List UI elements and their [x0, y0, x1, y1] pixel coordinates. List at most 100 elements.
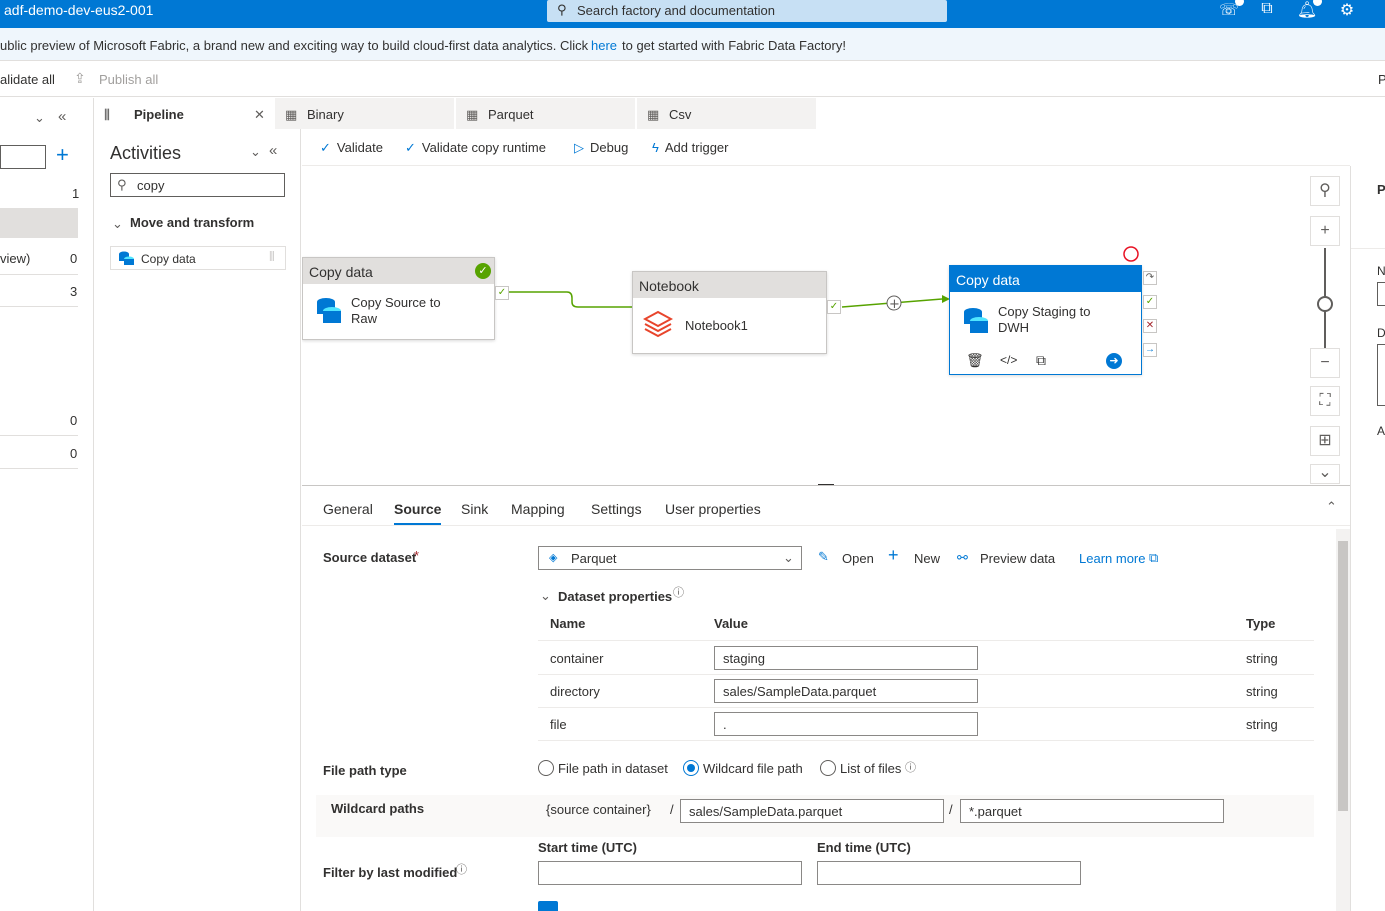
notifications-icon[interactable]: 🔔︎ — [1296, 0, 1322, 22]
edit-icon: ✎ — [818, 549, 829, 564]
scrollbar[interactable] — [1336, 529, 1350, 911]
expand-all-icon[interactable]: ⌄ — [250, 144, 261, 160]
wildcard-folder-input[interactable]: sales/SampleData.parquet — [680, 799, 944, 823]
drag-handle-icon[interactable]: ⦀ — [269, 249, 275, 265]
code-icon[interactable]: </> — [1000, 353, 1017, 367]
activity-notebook1[interactable]: Notebook Notebook1 — [632, 271, 827, 354]
tab-mapping[interactable]: Mapping — [511, 501, 565, 517]
collapse-panel-icon[interactable]: ⌃ — [1326, 499, 1337, 515]
tab-parquet[interactable]: ▦ Parquet — [456, 98, 636, 129]
add-trigger-button[interactable]: ϟ Add trigger — [652, 140, 728, 155]
open-button[interactable]: Open — [842, 551, 874, 566]
success-output-port-icon[interactable]: ✓ — [495, 286, 509, 300]
auto-align-icon[interactable]: ⊞ — [1310, 426, 1340, 456]
chevron-down-icon[interactable]: ⌄ — [112, 216, 123, 232]
recursive-checkbox[interactable] — [538, 901, 558, 911]
validate-label: Validate — [336, 140, 383, 155]
tab-binary[interactable]: ▦ Binary — [275, 98, 455, 129]
directory-input[interactable]: sales/SampleData.parquet — [714, 679, 978, 703]
tab-source[interactable]: Source — [394, 501, 442, 525]
activity-name-line: Copy Source to — [351, 295, 441, 310]
databricks-notebook-icon — [643, 310, 673, 338]
end-time-input[interactable] — [817, 861, 1081, 885]
activities-panel: Activities ⌄ « ⚲ copy ⌄ Move and transfo… — [94, 98, 301, 911]
info-icon: ⓘ — [673, 587, 684, 599]
activity-copy-staging-to-dwh[interactable]: Copy data Copy Staging to DWH 🗑︎ </> ⧉ ➜ — [949, 265, 1142, 375]
zoom-to-fit-icon[interactable]: ⛶ — [1310, 386, 1340, 416]
start-time-label: Start time (UTC) — [538, 840, 637, 855]
publish-icon: ⇪ — [74, 70, 86, 86]
tab-csv[interactable]: ▦ Csv — [637, 98, 817, 129]
publish-all-button[interactable]: Publish all — [99, 72, 158, 87]
clone-icon[interactable]: ⧉ — [1036, 352, 1046, 369]
zoom-slider-thumb[interactable] — [1317, 296, 1333, 312]
banner-link[interactable]: here — [591, 38, 617, 53]
skip-port-icon[interactable]: ↷ — [1143, 271, 1157, 285]
dataset-table-icon: ▦ — [285, 107, 298, 122]
tab-user-properties[interactable]: User properties — [665, 501, 761, 517]
completion-port-icon[interactable]: → — [1143, 343, 1157, 357]
zoom-out-icon[interactable]: − — [1310, 348, 1340, 378]
tab-pipeline[interactable]: ⫼ Pipeline ✕ — [94, 98, 274, 129]
validate-button[interactable]: ✓ Validate — [320, 140, 383, 156]
validate-runtime-button[interactable]: ✓ Validate copy runtime — [405, 140, 546, 156]
tab-sink[interactable]: Sink — [461, 501, 488, 517]
wildcard-file-input[interactable]: *.parquet — [960, 799, 1224, 823]
count-row: 0 — [70, 413, 78, 428]
source-dataset-select[interactable]: ◈ Parquet ⌄ — [538, 546, 802, 570]
activities-search-input[interactable]: ⚲ copy — [110, 173, 285, 197]
radio-list-of-files[interactable] — [820, 760, 836, 776]
dataset-table-icon: ▦ — [466, 107, 479, 122]
tab-general[interactable]: General — [323, 501, 373, 517]
description-input[interactable] — [1377, 344, 1385, 406]
activity-type: Notebook — [633, 272, 826, 298]
name-label-fragment: N — [1377, 264, 1385, 278]
factory-name[interactable]: adf-demo-dev-eus2-001 — [4, 2, 153, 18]
go-to-activity-icon[interactable]: ➜ — [1106, 353, 1122, 369]
activity-state-label-fragment: A — [1377, 424, 1385, 438]
file-input[interactable]: . — [714, 712, 978, 736]
splitter-handle[interactable] — [818, 484, 834, 485]
settings-gear-icon[interactable]: ⚙ — [1336, 0, 1358, 22]
preview-data-button[interactable]: Preview data — [980, 551, 1055, 566]
add-resource-icon[interactable]: + — [56, 142, 69, 168]
pipeline-canvas[interactable]: + Copy data ✓ Copy Source to Raw ✓ Noteb… — [302, 166, 1350, 486]
radio-wildcard-file-path[interactable] — [683, 760, 699, 776]
divider — [538, 707, 1314, 708]
radio-file-path-in-dataset[interactable] — [538, 760, 554, 776]
activity-type: Copy data — [303, 258, 494, 284]
wildcard-container: {source container} — [546, 802, 651, 817]
more-controls-icon[interactable]: ⌄ — [1310, 464, 1340, 484]
search-box[interactable]: ⚲ Search factory and documentation — [547, 0, 947, 22]
name-input[interactable] — [1377, 282, 1385, 306]
delete-icon[interactable]: 🗑︎ — [966, 352, 984, 369]
success-output-port-icon[interactable]: ✓ — [827, 300, 841, 314]
failure-port-icon[interactable]: ✕ — [1143, 319, 1157, 333]
start-time-input[interactable] — [538, 861, 802, 885]
container-input[interactable]: staging — [714, 646, 978, 670]
expand-all-icon[interactable]: ⌄ — [34, 110, 45, 126]
selected-resource-row[interactable] — [0, 208, 78, 238]
divider — [0, 306, 78, 307]
chevron-down-icon[interactable]: ⌄ — [540, 588, 551, 604]
canvas-search-icon[interactable]: ⚲ — [1310, 176, 1340, 206]
resource-row-label[interactable]: view) — [0, 251, 30, 266]
debug-button[interactable]: ▷ Debug — [574, 140, 628, 156]
activity-item-copy-data[interactable]: Copy data ⦀ — [110, 246, 286, 270]
collapse-panel-icon[interactable]: « — [58, 108, 66, 125]
tab-settings[interactable]: Settings — [591, 501, 642, 517]
close-tab-icon[interactable]: ✕ — [254, 107, 265, 123]
directory-switch-icon[interactable]: ⧉ — [1256, 0, 1278, 22]
resource-filter-input[interactable] — [0, 145, 46, 169]
learn-more-link[interactable]: Learn more — [1079, 551, 1145, 566]
collapse-panel-icon[interactable]: « — [269, 142, 277, 159]
feedback-icon[interactable]: ☏ — [1218, 0, 1244, 22]
new-button[interactable]: New — [914, 551, 940, 566]
zoom-in-icon[interactable]: + — [1310, 216, 1340, 246]
validate-all-button[interactable]: alidate all — [0, 72, 55, 87]
activity-group-label[interactable]: Move and transform — [130, 215, 254, 230]
activity-copy-source-to-raw[interactable]: Copy data ✓ Copy Source to Raw — [302, 257, 495, 340]
file-path-type-label: File path type — [323, 763, 407, 778]
scrollbar-thumb[interactable] — [1338, 541, 1348, 811]
success-port-icon[interactable]: ✓ — [1143, 295, 1157, 309]
